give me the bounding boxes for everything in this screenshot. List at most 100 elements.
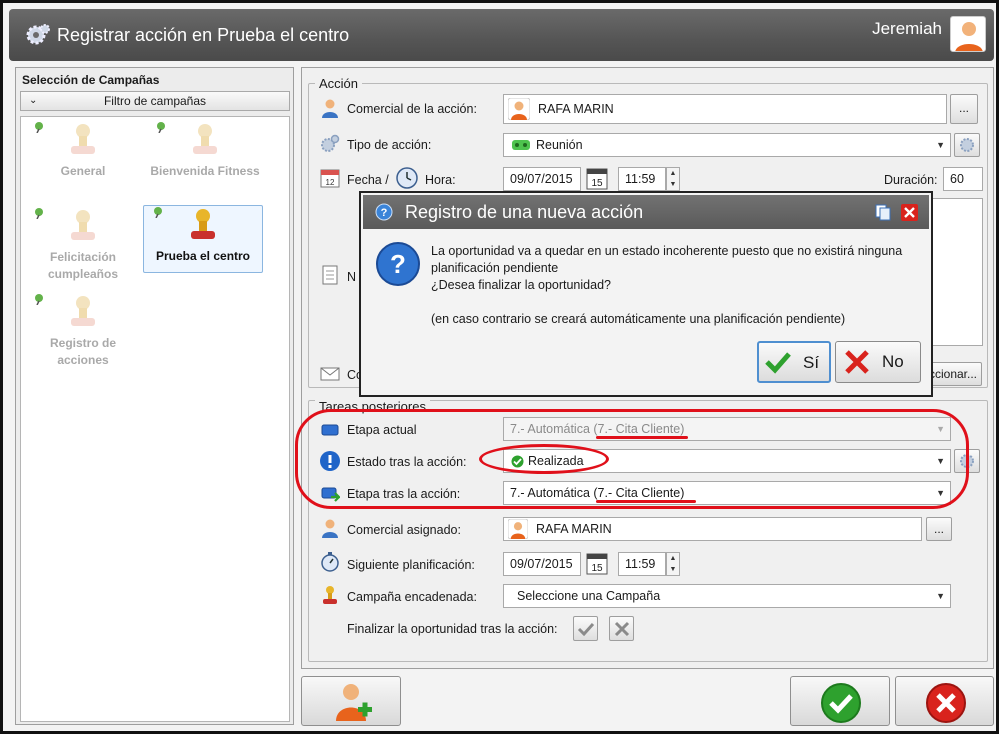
gear-icon xyxy=(26,24,50,45)
campaign-tile-prueba-el-centro[interactable]: Prueba el centro xyxy=(143,205,263,273)
check-circle-icon xyxy=(821,683,861,723)
stamp-icon xyxy=(71,210,95,240)
confirm-dialog: ? Registro de una nueva acción ? La opor… xyxy=(359,191,933,397)
dialog-message: La oportunidad va a quedar en un estado … xyxy=(431,243,921,328)
check-icon xyxy=(577,622,594,637)
add-contact-button[interactable] xyxy=(301,676,401,726)
notes-icon xyxy=(322,265,338,285)
person-icon xyxy=(508,98,530,120)
window-title: Registrar acción en Prueba el centro xyxy=(57,25,350,45)
siguiente-calendar-button[interactable]: 15 xyxy=(586,553,608,575)
envelope-icon xyxy=(320,367,340,381)
tipo-value: Reunión xyxy=(536,138,583,152)
close-icon xyxy=(845,350,869,374)
campaign-filter-label: Filtro de campañas xyxy=(103,94,207,108)
comercial-field[interactable]: RAFA MARIN xyxy=(503,94,947,124)
campaign-tile-registro-de-acciones[interactable]: Registro de acciones xyxy=(25,293,141,373)
calendar-icon: 12 xyxy=(320,169,340,188)
campaign-tile-label: Felicitación cumpleaños xyxy=(47,250,119,281)
pin-icon xyxy=(157,122,165,133)
meeting-icon xyxy=(512,140,530,150)
campaign-tile-label: Bienvenida Fitness xyxy=(150,164,260,178)
comercial-label: Comercial de la acción: xyxy=(347,102,477,116)
check-icon xyxy=(765,352,791,374)
finalizar-no-toggle[interactable] xyxy=(609,616,634,641)
svg-text:?: ? xyxy=(381,207,388,219)
comercial-asignado-browse-button[interactable]: ... xyxy=(926,517,952,541)
dialog-yes-button[interactable]: Sí xyxy=(757,341,831,383)
dialog-message-line: La oportunidad va a quedar en un estado … xyxy=(431,244,903,275)
comercial-browse-button[interactable]: ... xyxy=(950,94,978,124)
svg-text:?: ? xyxy=(390,249,406,279)
tipo-config-button[interactable] xyxy=(954,133,980,157)
salesperson-icon xyxy=(322,99,338,118)
stopwatch-icon xyxy=(321,552,339,572)
siguiente-hora-spinner[interactable]: ▲ ▼ xyxy=(666,552,680,576)
pin-icon xyxy=(35,122,43,133)
campaign-tile-bienvenida[interactable]: Bienvenida Fitness xyxy=(147,121,263,201)
pin-icon xyxy=(35,294,43,305)
dialog-no-label: No xyxy=(882,352,904,371)
stamp-icon xyxy=(323,586,337,604)
tipo-select[interactable]: Reunión ▼ xyxy=(503,133,951,157)
title-bar: Registrar acción en Prueba el centro Jer… xyxy=(9,9,994,61)
duracion-input[interactable]: 60 xyxy=(943,167,983,191)
close-icon[interactable] xyxy=(901,204,918,221)
chevron-down-icon: ⌄ xyxy=(29,95,38,106)
fecha-input[interactable]: 09/07/2015 xyxy=(503,167,581,191)
cancel-button[interactable] xyxy=(895,676,994,726)
pin-icon xyxy=(154,207,162,218)
comercial-value: RAFA MARIN xyxy=(538,102,614,116)
ok-button[interactable] xyxy=(790,676,890,726)
gears-icon xyxy=(960,138,974,152)
fecha-calendar-button[interactable]: 15 xyxy=(586,168,608,190)
question-icon: ? xyxy=(376,242,420,286)
user-avatar[interactable] xyxy=(950,16,986,52)
close-icon xyxy=(614,621,629,637)
notas-label: N xyxy=(347,270,357,284)
tipo-label: Tipo de acción: xyxy=(347,138,432,152)
cancel-circle-icon xyxy=(926,683,966,723)
calendar-icon: 15 xyxy=(586,168,608,190)
svg-text:15: 15 xyxy=(591,563,603,574)
window-frame: Registrar acción en Prueba el centro Jer… xyxy=(0,0,999,734)
hora-input[interactable]: 11:59 xyxy=(618,167,666,191)
campaign-tile-felicitacion[interactable]: Felicitación cumpleaños xyxy=(25,207,141,287)
stamp-icon xyxy=(193,124,217,154)
annotation-underline xyxy=(596,500,696,503)
salesperson-icon xyxy=(322,519,338,538)
calendar-icon: 15 xyxy=(586,553,608,575)
dialog-yes-label: Sí xyxy=(803,353,820,372)
user-name: Jeremiah xyxy=(872,19,942,38)
campana-select[interactable]: Seleccione una Campaña ▼ xyxy=(503,584,951,608)
campaign-tile-label: General xyxy=(60,164,106,178)
svg-text:15: 15 xyxy=(591,178,603,189)
campaign-list: General Bienvenida Fitness Felicitación … xyxy=(20,116,290,722)
dialog-message-note: (en caso contrario se creará automáticam… xyxy=(431,312,846,326)
campaign-filter-toggle[interactable]: ⌄ Filtro de campañas xyxy=(20,91,290,111)
dialog-no-button[interactable]: No xyxy=(835,341,921,383)
accion-legend: Acción xyxy=(315,76,363,91)
person-icon xyxy=(955,22,983,51)
gears-icon xyxy=(321,134,340,152)
finalizar-yes-toggle[interactable] xyxy=(573,616,598,641)
siguiente-fecha-input[interactable]: 09/07/2015 xyxy=(503,552,581,576)
clock-icon xyxy=(396,167,418,189)
duracion-label: Duración: xyxy=(884,173,938,187)
siguiente-hora-input[interactable]: 11:59 xyxy=(618,552,666,576)
dialog-title-bar: ? Registro de una nueva acción xyxy=(363,195,929,229)
campana-label: Campaña encadenada: xyxy=(347,590,477,604)
comercial-asignado-value: RAFA MARIN xyxy=(536,522,612,536)
comercial-asignado-field[interactable]: RAFA MARIN xyxy=(503,517,922,541)
campana-value: Seleccione una Campaña xyxy=(517,589,661,603)
campaign-panel: Selección de Campañas ⌄ Filtro de campañ… xyxy=(15,67,294,725)
fecha-label: Fecha / xyxy=(347,173,389,187)
stamp-icon xyxy=(191,209,215,239)
svg-text:12: 12 xyxy=(326,178,335,187)
copy-icon[interactable] xyxy=(875,204,892,221)
finalizar-label: Finalizar la oportunidad tras la acción: xyxy=(347,622,558,636)
campaign-tile-label: Registro de acciones xyxy=(49,336,116,367)
campaign-tile-general[interactable]: General xyxy=(25,121,141,201)
hora-spinner[interactable]: ▲ ▼ xyxy=(666,167,680,191)
pin-icon xyxy=(35,208,43,219)
